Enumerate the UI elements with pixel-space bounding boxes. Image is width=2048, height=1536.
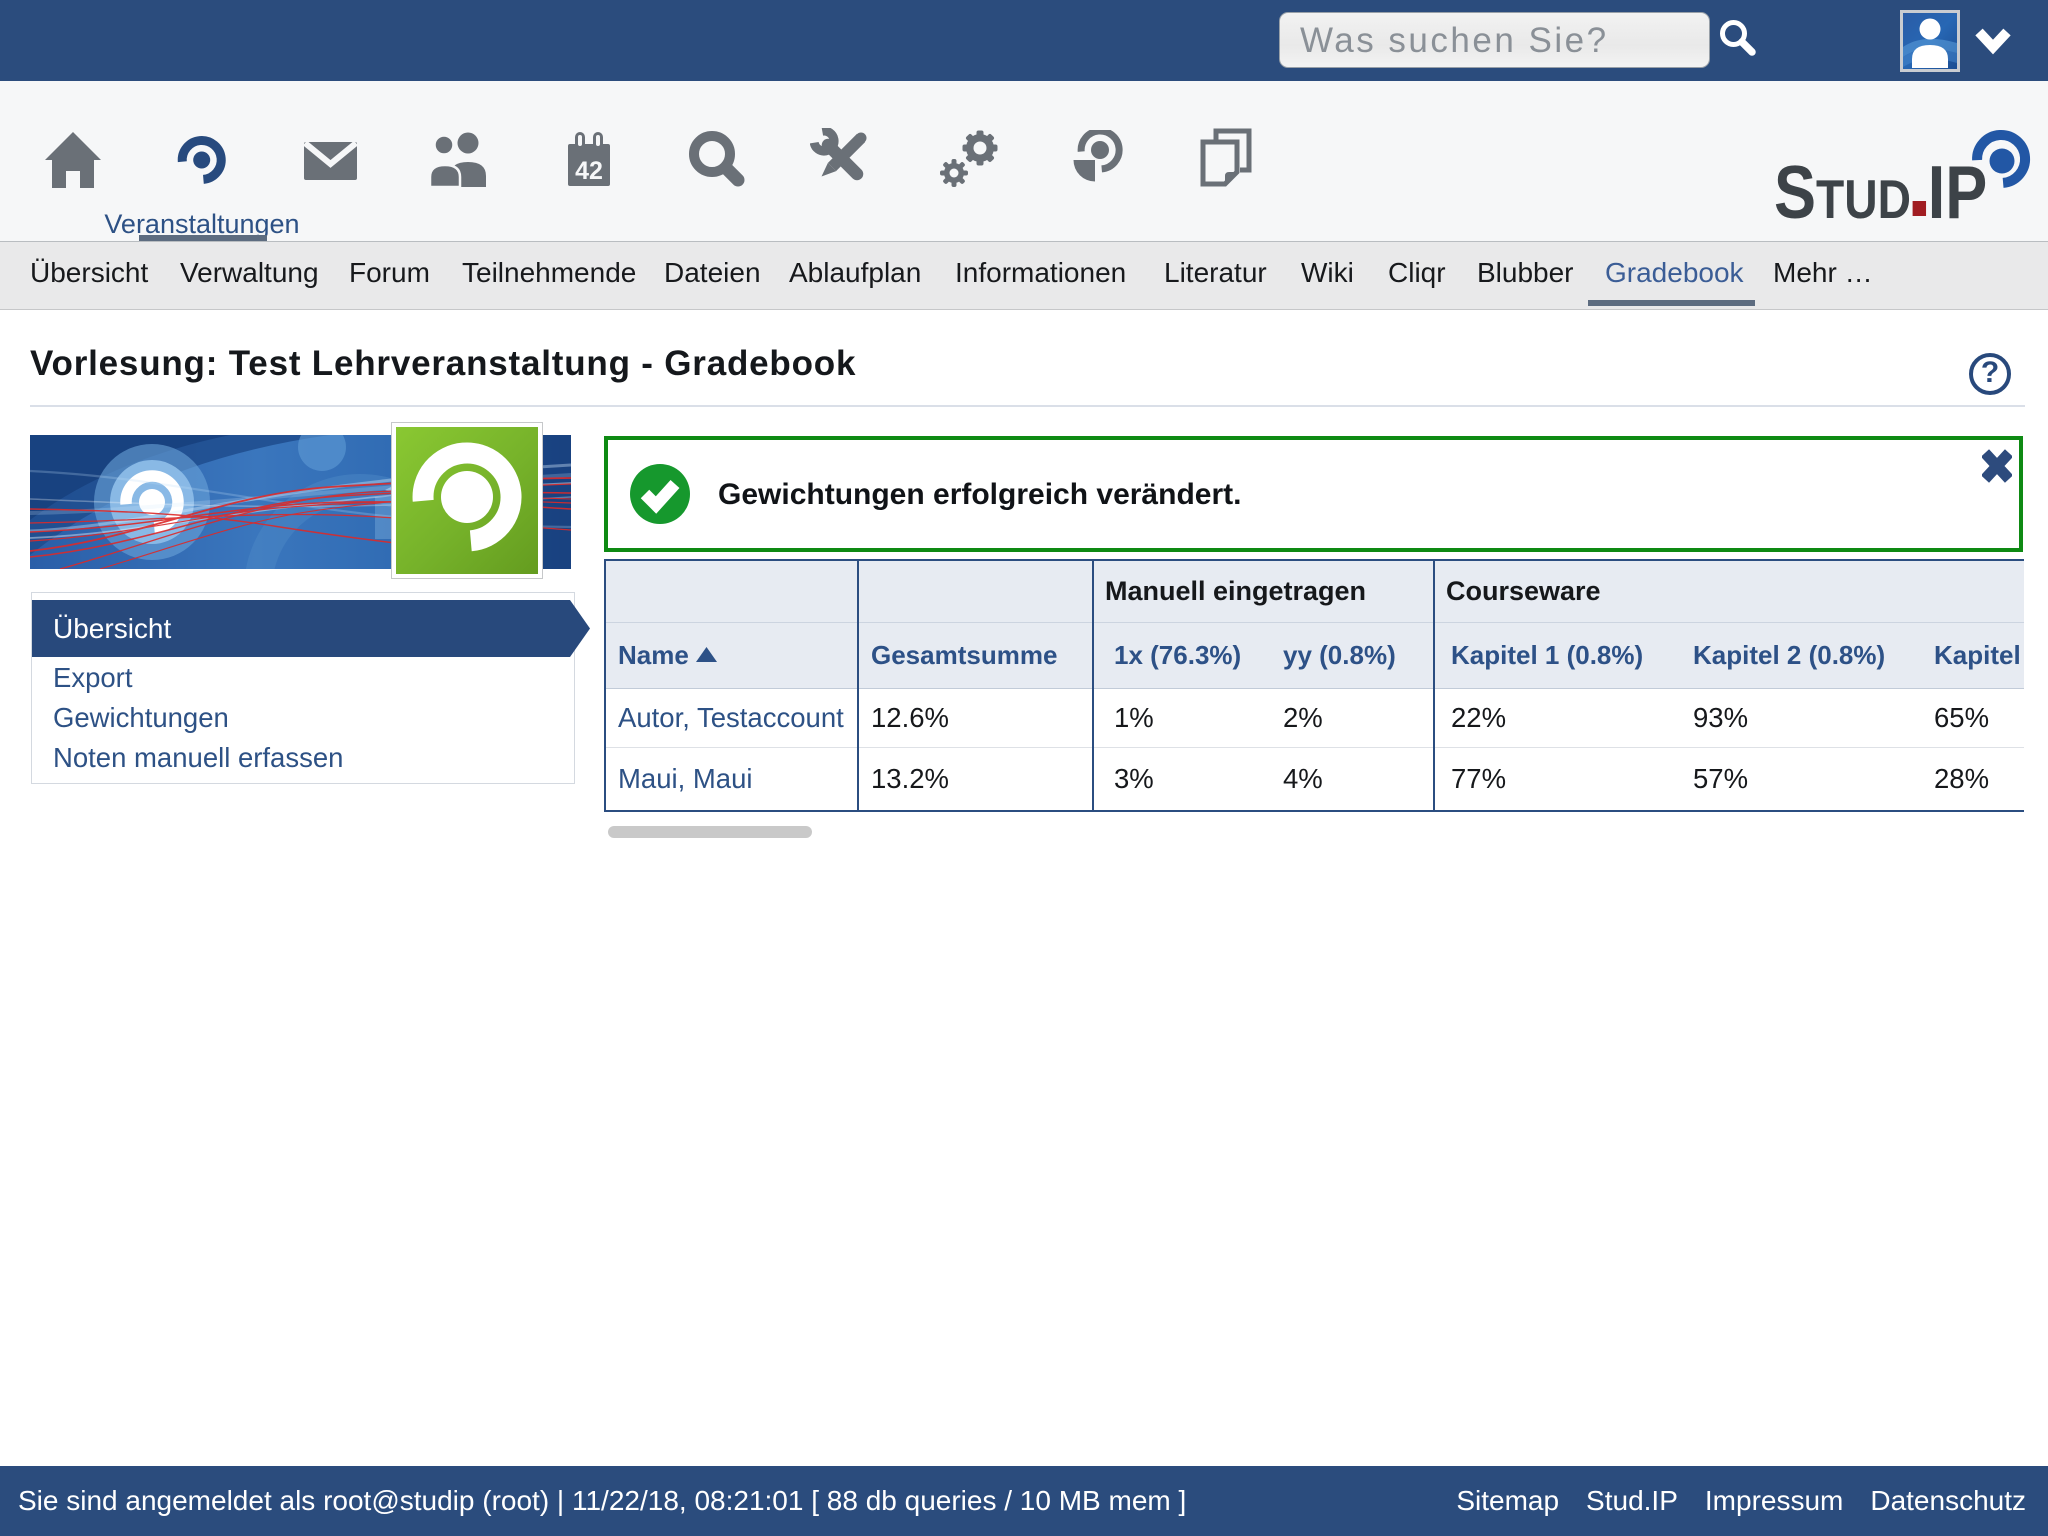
svg-text:42: 42 xyxy=(575,157,603,185)
